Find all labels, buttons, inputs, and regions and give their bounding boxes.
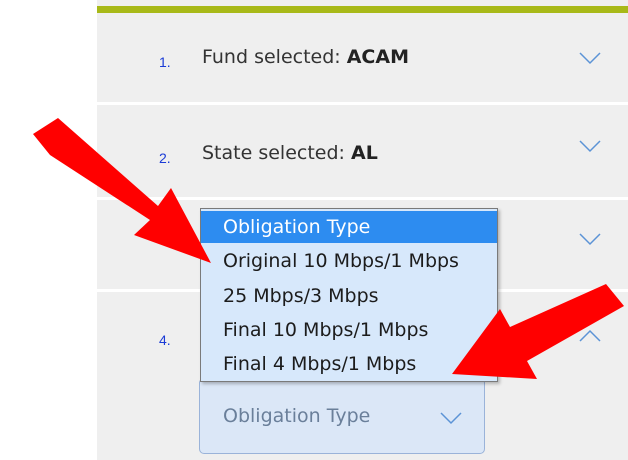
red-arrow-right xyxy=(452,284,624,379)
red-arrow-left xyxy=(33,118,211,263)
annotation-arrows xyxy=(33,118,624,379)
